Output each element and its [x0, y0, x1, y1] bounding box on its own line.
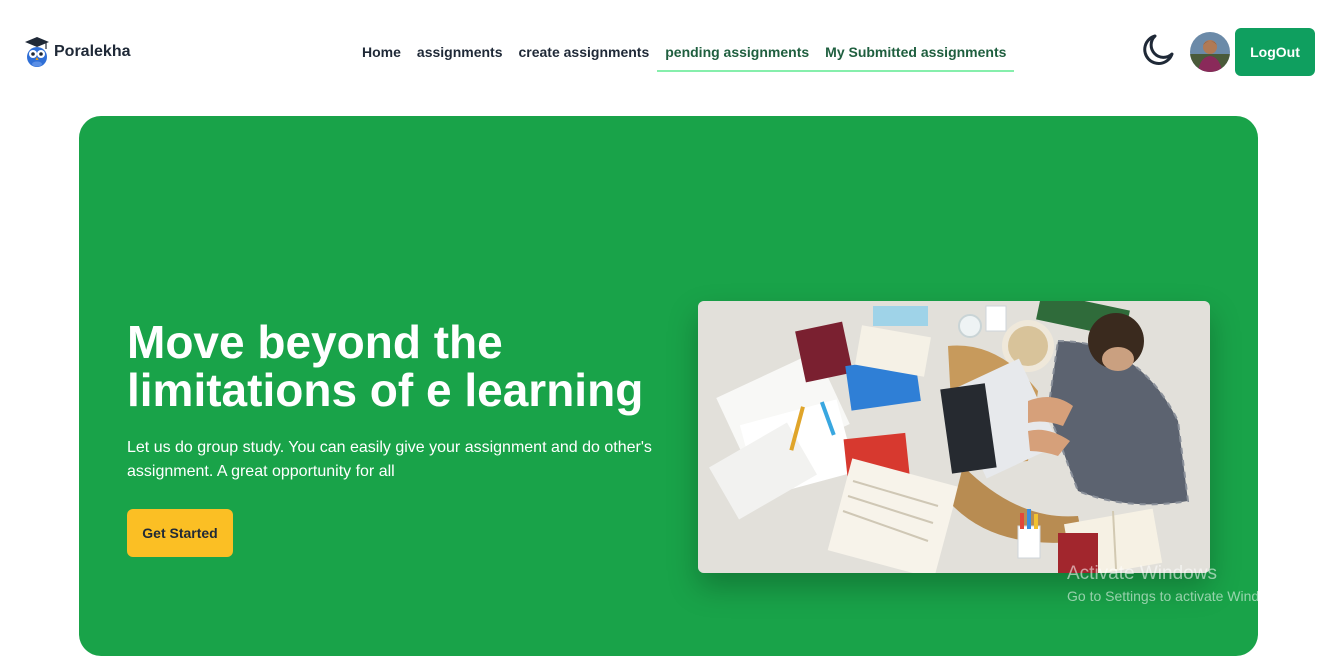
nav-link-pending-assignments[interactable]: pending assignments [657, 30, 818, 72]
avatar-photo [1190, 32, 1230, 72]
nav-link-create-assignments[interactable]: create assignments [511, 30, 658, 72]
nav-link-assignments[interactable]: assignments [409, 30, 511, 72]
nav-link-my-submitted-assignments[interactable]: My Submitted assignments [817, 30, 1015, 72]
watermark-subtitle: Go to Settings to activate Windows. [1067, 588, 1288, 604]
get-started-button[interactable]: Get Started [127, 509, 233, 557]
moon-icon[interactable] [1140, 32, 1176, 68]
hero-image [698, 301, 1210, 573]
nav-link-home[interactable]: Home [354, 30, 409, 72]
brand[interactable]: Poralekha [24, 36, 130, 68]
watermark-title: Activate Windows [1067, 563, 1217, 584]
windows-activation-watermark: Activate Windows Go to Settings to activ… [1067, 562, 1288, 606]
logout-button[interactable]: LogOut [1235, 28, 1315, 76]
student-with-laptop-and-books-photo [698, 301, 1210, 573]
owl-graduate-icon [25, 37, 49, 67]
navbar: Poralekha Home assignments create assign… [0, 0, 1342, 100]
brand-name: Poralekha [54, 43, 131, 60]
hero-title: Move beyond the limitations of e learnin… [127, 316, 644, 416]
main-nav: Home assignments create assignments pend… [354, 30, 1015, 72]
hero-subtitle: Let us do group study. You can easily gi… [127, 439, 652, 480]
user-avatar[interactable] [1190, 32, 1230, 72]
